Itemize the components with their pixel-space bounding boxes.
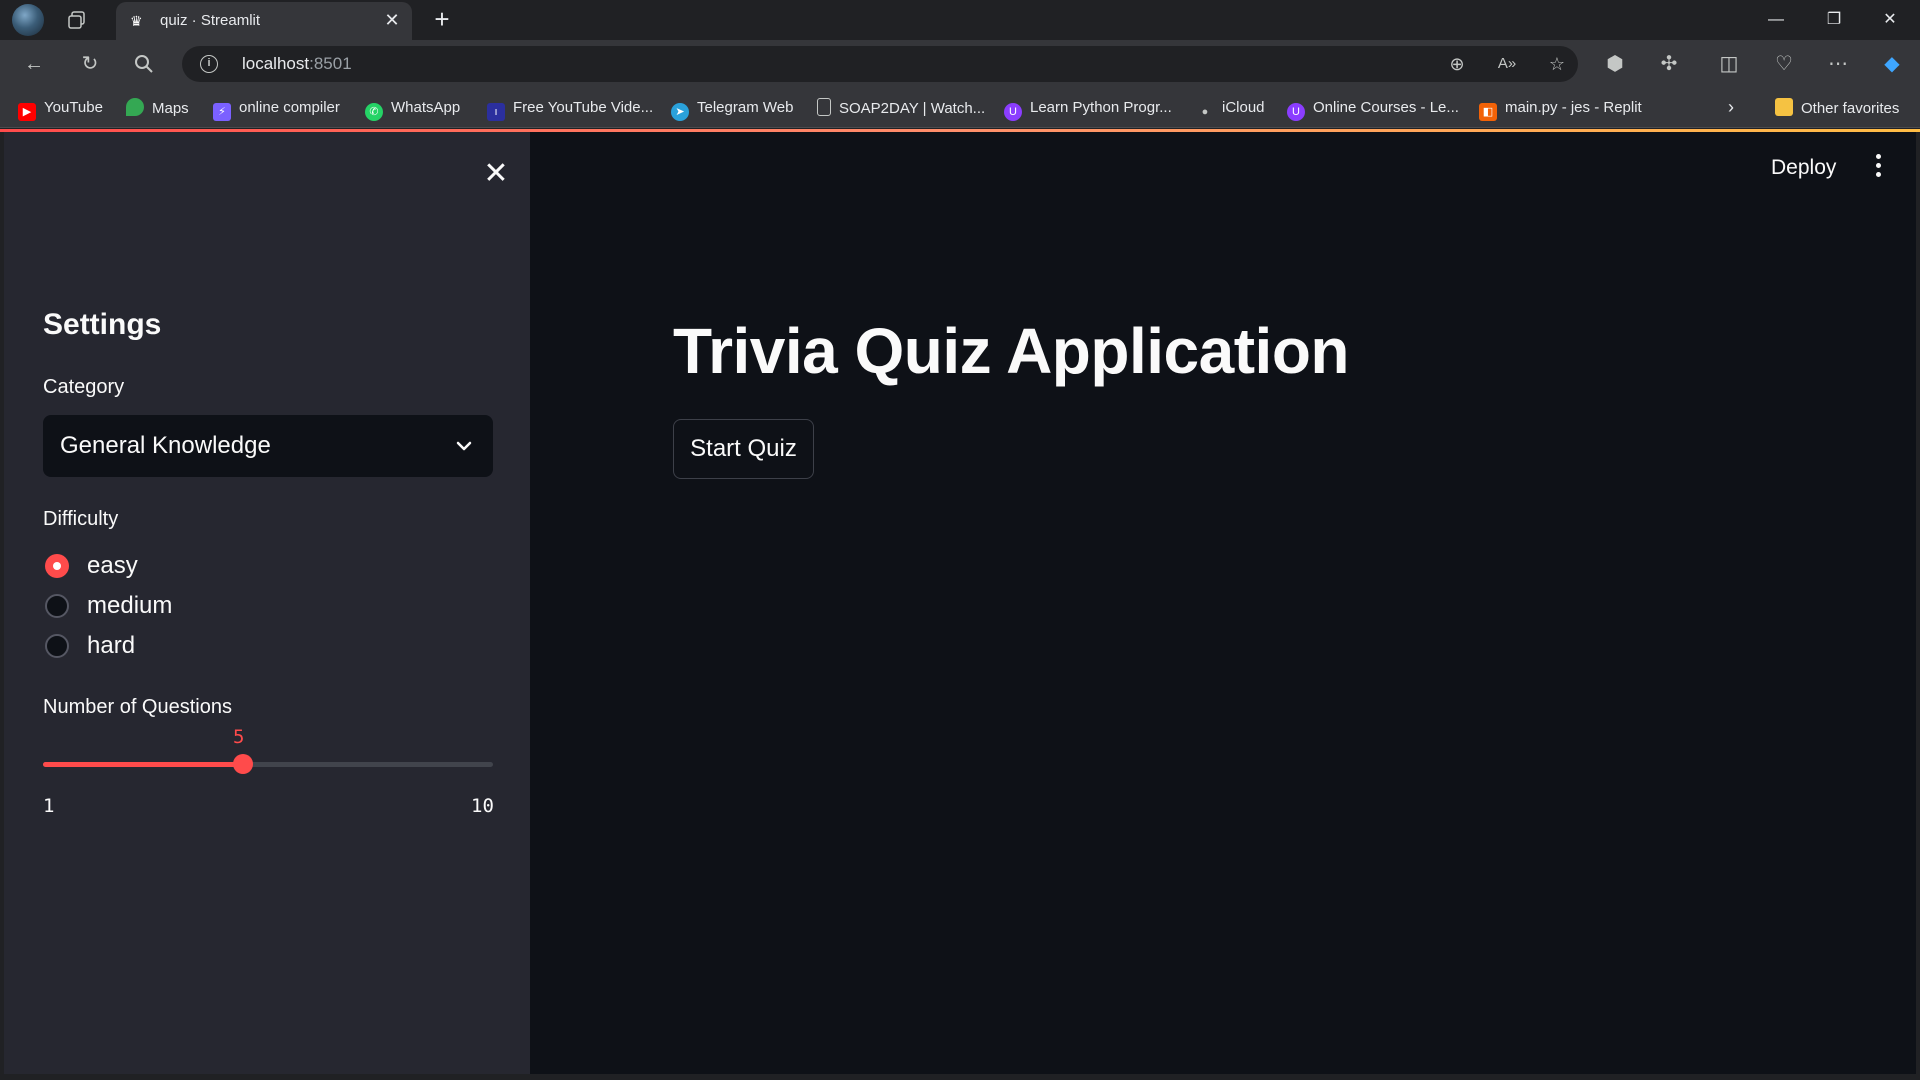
bookmark-label: YouTube: [44, 99, 103, 116]
radio-label: medium: [87, 592, 173, 619]
browser-toolbar: ← ↻ i localhost:8501 ⊕ A» ☆ ⬢ ✣ ◫ ♡ ⋯ ◆: [0, 40, 1920, 88]
main-menu-icon[interactable]: [1872, 154, 1884, 182]
zoom-icon[interactable]: ⊕: [1446, 53, 1468, 75]
slider-fill: [43, 762, 243, 767]
bookmark-label: Other favorites: [1801, 100, 1900, 117]
radio-unselected-icon: [45, 634, 69, 658]
bookmark-telegram[interactable]: ➤ Telegram Web: [671, 98, 794, 121]
tab-title: quiz · Streamlit: [160, 12, 261, 29]
slider-min-label: 1: [43, 795, 55, 817]
bookmark-label: Telegram Web: [697, 99, 794, 116]
bookmark-online-compiler[interactable]: ⚡ online compiler: [213, 98, 340, 121]
address-bar[interactable]: i localhost:8501 ⊕ A» ☆: [182, 46, 1578, 82]
bookmark-label: Free YouTube Vide...: [513, 99, 654, 116]
course-icon: U: [1287, 103, 1305, 121]
bookmark-maps[interactable]: Maps: [126, 98, 189, 118]
bookmark-label: Maps: [152, 100, 189, 117]
tab-close-icon[interactable]: ✕: [382, 10, 402, 30]
bookmark-learn-python[interactable]: U Learn Python Progr...: [1004, 98, 1172, 121]
profile-avatar[interactable]: [12, 4, 44, 36]
site-info-icon[interactable]: i: [200, 55, 218, 73]
url-text: localhost:8501: [242, 54, 352, 74]
radio-label: easy: [87, 552, 138, 579]
page-icon: [817, 98, 831, 116]
category-select-value: General Knowledge: [60, 432, 271, 459]
slider-thumb[interactable]: [233, 754, 253, 774]
sidebar-heading: Settings: [43, 308, 162, 341]
back-icon[interactable]: ←: [22, 52, 46, 76]
sidebar: ✕ Settings Category General Knowledge Di…: [4, 132, 530, 1074]
course-icon: U: [1004, 103, 1022, 121]
radio-unselected-icon: [45, 594, 69, 618]
slider-max-label: 10: [471, 795, 494, 817]
tab-actions-icon[interactable]: [66, 9, 88, 31]
browser-tab-active[interactable]: ♛ quiz · Streamlit ✕: [116, 2, 412, 40]
category-select[interactable]: General Knowledge: [43, 415, 493, 477]
deploy-button[interactable]: Deploy: [1771, 156, 1836, 180]
bookmark-free-youtube[interactable]: ı Free YouTube Vide...: [487, 98, 654, 121]
read-aloud-icon[interactable]: A»: [1496, 53, 1518, 75]
bookmark-icloud[interactable]: ● iCloud: [1196, 98, 1265, 118]
bookmark-youtube[interactable]: ▶ YouTube: [18, 98, 103, 121]
bookmark-other-favorites[interactable]: Other favorites: [1775, 98, 1899, 118]
bookmarks-overflow-icon[interactable]: ›: [1728, 97, 1734, 118]
whatsapp-icon: ✆: [365, 103, 383, 121]
streamlit-favicon-icon: ♛: [130, 13, 143, 29]
questions-slider[interactable]: [43, 754, 493, 774]
window-bottom-edge: [0, 1074, 1920, 1080]
bookmark-label: WhatsApp: [391, 99, 461, 116]
compiler-icon: ⚡: [213, 103, 231, 121]
bookmark-replit[interactable]: ◧ main.py - jes - Replit: [1479, 98, 1642, 121]
url-port: :8501: [309, 54, 352, 73]
extension-icon[interactable]: ⬢: [1603, 52, 1627, 76]
category-label: Category: [43, 376, 125, 398]
bookmark-soap2day[interactable]: SOAP2DAY | Watch...: [817, 98, 985, 118]
bookmark-label: iCloud: [1222, 99, 1265, 116]
radio-label: hard: [87, 632, 136, 659]
bookmarks-bar: ▶ YouTube Maps ⚡ online compiler ✆ WhatsApp…: [0, 88, 1920, 128]
bookmark-label: online compiler: [239, 99, 340, 116]
url-host: localhost: [242, 54, 310, 73]
page-title: Trivia Quiz Application: [673, 315, 1350, 387]
favorite-star-icon[interactable]: ☆: [1546, 53, 1568, 75]
restore-button[interactable]: ❐: [1814, 6, 1854, 34]
search-icon[interactable]: [132, 52, 156, 76]
bookmark-whatsapp[interactable]: ✆ WhatsApp: [365, 98, 461, 121]
replit-icon: ◧: [1479, 103, 1497, 121]
extensions-puzzle-icon[interactable]: ✣: [1657, 52, 1681, 76]
chevron-down-icon: [456, 441, 472, 451]
radio-selected-icon: [45, 554, 69, 578]
sidebar-close-icon[interactable]: ✕: [478, 156, 514, 192]
browser-essentials-icon[interactable]: ♡: [1772, 52, 1796, 76]
settings-more-icon[interactable]: ⋯: [1826, 52, 1850, 76]
bookmark-label: SOAP2DAY | Watch...: [839, 100, 986, 117]
new-tab-button[interactable]: +: [428, 6, 456, 34]
window-close-button[interactable]: ✕: [1870, 6, 1910, 34]
video-downloader-icon: ı: [487, 103, 505, 121]
youtube-icon: ▶: [18, 103, 36, 121]
apple-icon: ●: [1201, 106, 1209, 118]
slider-current-value: 5: [233, 726, 245, 748]
folder-icon: [1775, 98, 1793, 116]
start-quiz-button[interactable]: Start Quiz: [673, 419, 814, 479]
split-screen-icon[interactable]: ◫: [1717, 52, 1741, 76]
minimize-button[interactable]: —: [1756, 6, 1796, 34]
questions-label: Number of Questions: [43, 696, 232, 718]
bookmark-label: main.py - jes - Replit: [1505, 99, 1642, 116]
bookmark-online-courses[interactable]: U Online Courses - Le...: [1287, 98, 1459, 121]
copilot-icon[interactable]: ◆: [1880, 52, 1904, 76]
maps-pin-icon: [126, 98, 144, 116]
bookmark-label: Online Courses - Le...: [1313, 99, 1459, 116]
telegram-icon: ➤: [671, 103, 689, 121]
streamlit-app: ✕ Settings Category General Knowledge Di…: [4, 132, 1916, 1074]
difficulty-label: Difficulty: [43, 508, 119, 530]
browser-tab-bar: ♛ quiz · Streamlit ✕ + — ❐ ✕: [0, 0, 1920, 40]
refresh-icon[interactable]: ↻: [78, 52, 102, 76]
bookmark-label: Learn Python Progr...: [1030, 99, 1172, 116]
